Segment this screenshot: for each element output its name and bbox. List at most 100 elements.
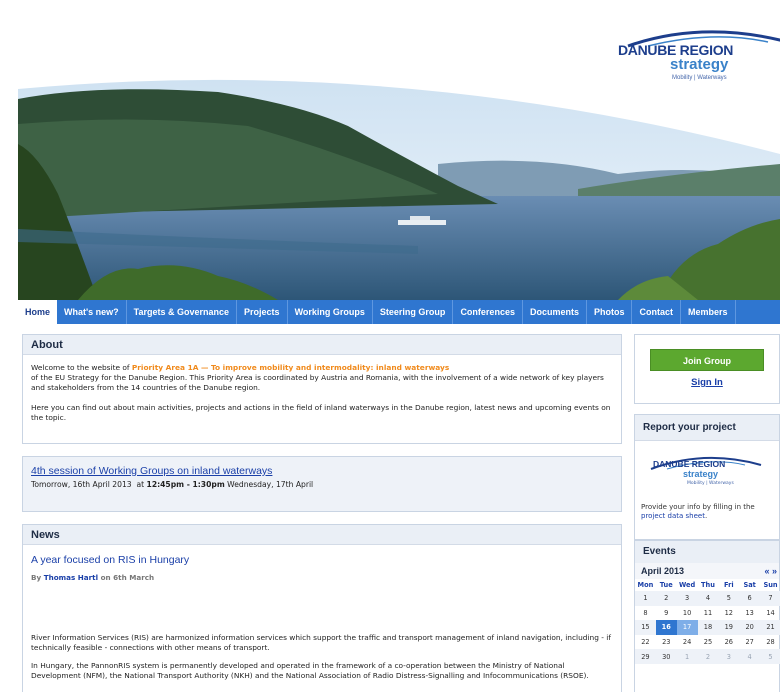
- calendar-day[interactable]: 18: [697, 620, 719, 635]
- logo-line-2: strategy: [670, 56, 729, 73]
- next-month-icon[interactable]: »: [772, 566, 777, 576]
- calendar-day[interactable]: 3: [676, 591, 698, 606]
- report-text-start: Provide your info by filling in the: [641, 503, 755, 511]
- report-text: Provide your info by filling in the proj…: [635, 501, 779, 522]
- calendar-day[interactable]: 28: [760, 635, 780, 650]
- event-at: at: [136, 480, 145, 489]
- danube-strategy-logo[interactable]: DANUBE REGION strategy Mobility | Waterw…: [618, 24, 780, 94]
- calendar-day[interactable]: 14: [760, 606, 780, 621]
- calendar-month-bar: April 2013 « »: [635, 563, 779, 579]
- calendar-day-next-month[interactable]: 5: [760, 649, 780, 664]
- calendar-day[interactable]: 25: [698, 635, 719, 650]
- news-heading: News: [23, 525, 621, 545]
- calendar-day[interactable]: 5: [718, 591, 740, 606]
- calendar-day[interactable]: 22: [635, 635, 656, 650]
- tab-steering-group[interactable]: Steering Group: [373, 300, 454, 324]
- about-paragraph-2: Here you can find out about main activit…: [31, 403, 611, 422]
- calendar-day[interactable]: 27: [739, 635, 760, 650]
- calendar-day[interactable]: 26: [718, 635, 739, 650]
- event-title-link[interactable]: 4th session of Working Groups on inland …: [31, 465, 613, 477]
- about-panel: About Welcome to the website of Priority…: [22, 334, 622, 444]
- weekday-tue: Tue: [659, 581, 673, 589]
- about-intro-start: Welcome to the website of: [31, 363, 132, 372]
- events-calendar-panel: Events April 2013 « » Mon Tue Wed Thu Fr…: [634, 540, 780, 692]
- tab-photos[interactable]: Photos: [587, 300, 633, 324]
- calendar-day[interactable]: 30: [655, 649, 677, 664]
- news-article-title[interactable]: A year focused on RIS in Hungary: [31, 555, 613, 566]
- weekday-mon: Mon: [637, 581, 654, 589]
- tab-contact[interactable]: Contact: [632, 300, 681, 324]
- calendar-day[interactable]: 23: [656, 635, 677, 650]
- tab-projects[interactable]: Projects: [237, 300, 288, 324]
- prev-month-icon[interactable]: «: [764, 566, 769, 576]
- report-heading: Report your project: [635, 415, 779, 441]
- tab-whats-new[interactable]: What's new?: [57, 300, 127, 324]
- news-panel: News A year focused on RIS in Hungary By…: [22, 524, 622, 692]
- event-datetime: Tomorrow, 16th April 2013 at 12:45pm - 1…: [31, 480, 613, 489]
- upcoming-event-panel: 4th session of Working Groups on inland …: [22, 456, 622, 512]
- calendar-day-next-month[interactable]: 2: [697, 649, 719, 664]
- tab-working-groups[interactable]: Working Groups: [288, 300, 373, 324]
- logo-line-3: Mobility | Waterways: [672, 75, 727, 81]
- weekday-fri: Fri: [723, 581, 734, 589]
- priority-area-link[interactable]: Priority Area 1A — To improve mobility a…: [132, 363, 449, 372]
- tab-targets-governance[interactable]: Targets & Governance: [127, 300, 238, 324]
- tab-members[interactable]: Members: [681, 300, 736, 324]
- calendar-day-next-month[interactable]: 3: [718, 649, 740, 664]
- weekday-thu: Thu: [701, 581, 715, 589]
- about-intro-end: of the EU Strategy for the Danube Region…: [31, 373, 604, 392]
- byline-date: on 6th March: [100, 573, 155, 582]
- tab-home[interactable]: Home: [18, 300, 58, 324]
- calendar-week: 8 9 10 11 12 13 14: [635, 606, 780, 621]
- calendar-day[interactable]: 15: [635, 620, 656, 635]
- calendar-month: April 2013: [641, 566, 685, 576]
- about-intro: Welcome to the website of Priority Area …: [31, 363, 613, 393]
- byline-label: By: [31, 573, 42, 582]
- calendar-day[interactable]: 21: [760, 620, 780, 635]
- tab-conferences[interactable]: Conferences: [453, 300, 523, 324]
- calendar-day[interactable]: 4: [697, 591, 719, 606]
- calendar-day[interactable]: 19: [718, 620, 740, 635]
- calendar-day[interactable]: 20: [739, 620, 761, 635]
- calendar-nav: « »: [764, 566, 777, 576]
- about-body: Welcome to the website of Priority Area …: [23, 355, 621, 431]
- event-date-end: Wednesday, 17th April: [227, 480, 314, 489]
- join-group-button[interactable]: Join Group: [650, 349, 764, 371]
- calendar-week: 15 16 17 18 19 20 21: [635, 620, 780, 635]
- calendar-day[interactable]: 24: [677, 635, 698, 650]
- mini-logo[interactable]: DANUBE REGION strategy Mobility | Waterw…: [635, 447, 779, 501]
- calendar-day[interactable]: 1: [635, 591, 656, 606]
- events-heading: Events: [635, 541, 779, 563]
- about-heading: About: [23, 335, 621, 355]
- project-data-sheet-link[interactable]: project data sheet: [641, 512, 705, 520]
- weekday-wed: Wed: [678, 581, 696, 589]
- calendar-grid: Mon Tue Wed Thu Fri Sat Sun 1 2 3 4 5 6 …: [635, 579, 780, 664]
- calendar-weekday-row: Mon Tue Wed Thu Fri Sat Sun: [635, 579, 780, 591]
- calendar-day-event[interactable]: 17: [676, 620, 698, 635]
- report-text-end: .: [704, 511, 708, 520]
- calendar-week: 22 23 24 25 26 27 28: [635, 635, 780, 650]
- author-link[interactable]: Thomas Hartl: [44, 573, 98, 582]
- calendar-day-next-month[interactable]: 1: [676, 649, 698, 664]
- event-time: 12:45pm - 1:30pm: [146, 480, 225, 489]
- calendar-day-next-month[interactable]: 4: [739, 649, 761, 664]
- calendar-day[interactable]: 2: [655, 591, 677, 606]
- calendar-day[interactable]: 9: [656, 606, 677, 621]
- news-byline: By Thomas Hartl on 6th March: [31, 573, 613, 583]
- calendar-day[interactable]: 7: [760, 591, 780, 606]
- calendar-day[interactable]: 12: [718, 606, 739, 621]
- calendar-day[interactable]: 29: [635, 649, 656, 664]
- calendar-day[interactable]: 10: [677, 606, 698, 621]
- sign-in-link[interactable]: Sign In: [635, 377, 779, 388]
- tab-documents[interactable]: Documents: [523, 300, 587, 324]
- weekday-sun: Sun: [763, 581, 778, 589]
- calendar-day-event[interactable]: 16: [655, 620, 677, 635]
- calendar-day[interactable]: 6: [739, 591, 761, 606]
- news-paragraph-2: In Hungary, the PannonRIS system is perm…: [31, 661, 589, 680]
- calendar-week: 1 2 3 4 5 6 7: [635, 591, 780, 606]
- calendar-day[interactable]: 11: [698, 606, 719, 621]
- calendar-day[interactable]: 13: [739, 606, 760, 621]
- event-date-start: Tomorrow, 16th April 2013: [31, 480, 132, 489]
- calendar-day[interactable]: 8: [635, 606, 656, 621]
- report-project-panel: Report your project DANUBE REGION strate…: [634, 414, 780, 540]
